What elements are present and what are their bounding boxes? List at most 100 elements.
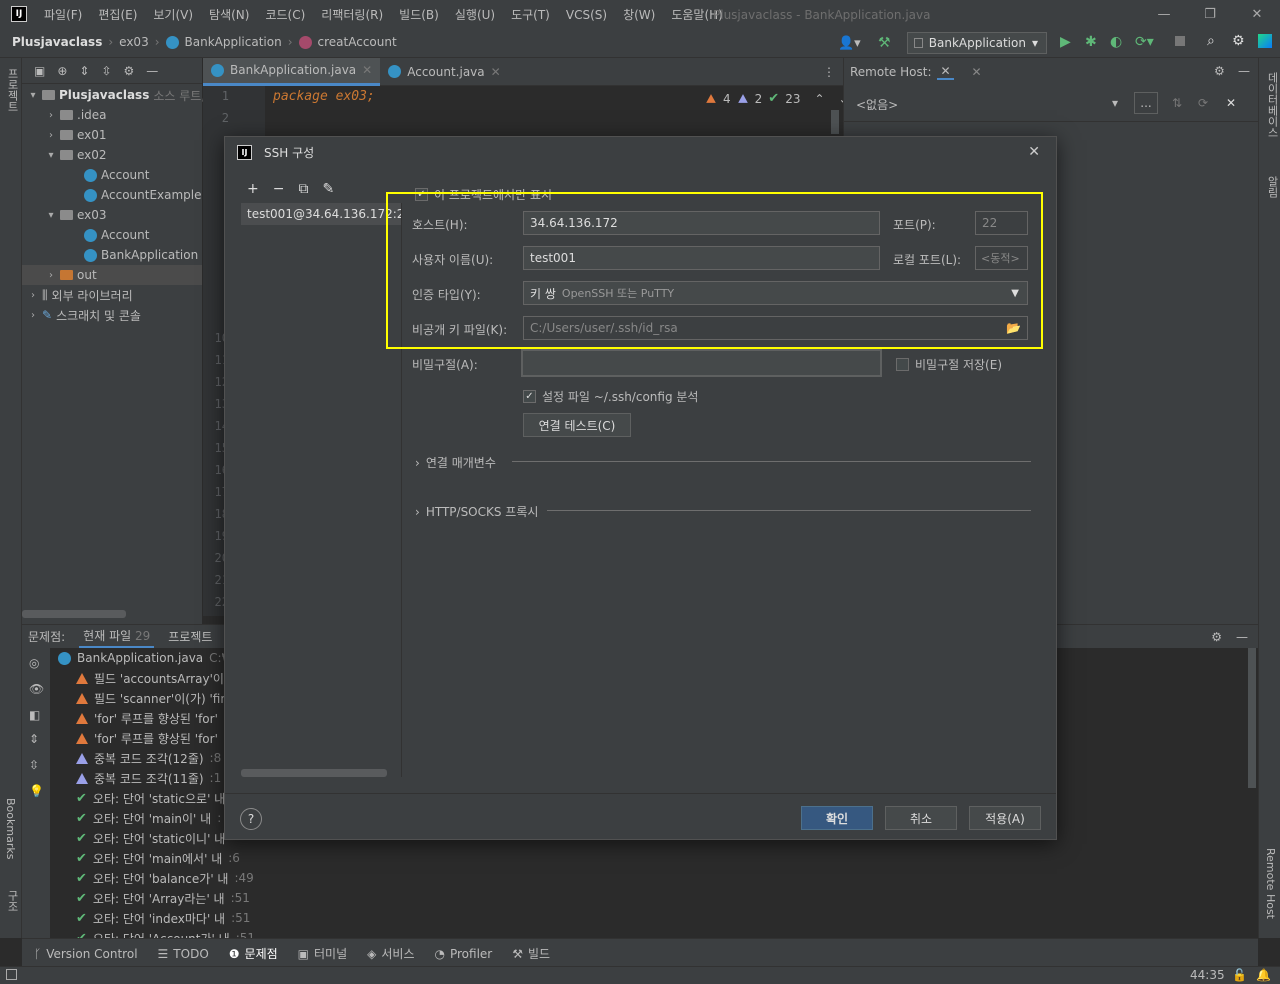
tree-item-ex01[interactable]: › ex01: [46, 125, 107, 145]
problem-row[interactable]: 중복 코드 조각(12줄):8: [76, 748, 221, 768]
menu-view[interactable]: 보기(V): [153, 0, 193, 30]
restore-window-icon[interactable]: ❐: [1201, 6, 1219, 24]
tab-current-file[interactable]: 현재 파일 29: [79, 625, 155, 649]
layout-icon[interactable]: ◧: [29, 708, 40, 722]
proxy-section[interactable]: › HTTP/SOCKS 프록시: [415, 503, 538, 520]
profiler-tool[interactable]: ◔ Profiler: [434, 947, 492, 961]
tab-project-problems[interactable]: 프로젝트: [168, 628, 212, 645]
tab-account[interactable]: Account.java ✕: [380, 58, 508, 86]
tree-item-ex03-account[interactable]: Account: [84, 225, 149, 245]
menu-tools[interactable]: 도구(T): [511, 0, 550, 30]
tree-item-ex03[interactable]: ▾ ex03: [46, 205, 106, 225]
problem-row[interactable]: ✔ 오타: 단어 'balance가' 내:49: [76, 868, 254, 888]
menu-code[interactable]: 코드(C): [265, 0, 305, 30]
menu-run[interactable]: 실행(U): [455, 0, 495, 30]
bookmarks-tool-button[interactable]: Bookmarks: [4, 798, 17, 859]
remote-host-select[interactable]: <없음>: [856, 96, 898, 113]
previous-problem-icon[interactable]: ⌃: [814, 92, 824, 106]
minimize-window-icon[interactable]: —: [1155, 6, 1173, 24]
problem-file-row[interactable]: BankApplication.java C:₩cl: [58, 648, 243, 668]
autoscroll-source-icon[interactable]: ◎: [29, 656, 39, 670]
menu-edit[interactable]: 편집(E): [98, 0, 137, 30]
caret-position[interactable]: 44:35: [1190, 968, 1225, 982]
problem-row[interactable]: ✔ 오타: 단어 'static으로' 내: [76, 788, 231, 808]
horizontal-scrollbar[interactable]: [22, 610, 126, 618]
hide-panel-icon[interactable]: —: [146, 64, 158, 78]
menu-build[interactable]: 빌드(B): [399, 0, 439, 30]
terminal-tool[interactable]: ▣ 터미널: [298, 945, 347, 962]
profile-icon[interactable]: ⟳▾: [1135, 34, 1154, 50]
dialog-close-icon[interactable]: ✕: [1028, 144, 1040, 160]
close-tab-icon[interactable]: ✕: [362, 63, 372, 77]
collapse-all-icon[interactable]: ⇳: [29, 758, 39, 772]
add-icon[interactable]: +: [247, 181, 259, 197]
chevron-down-icon[interactable]: ▾: [1112, 96, 1118, 110]
editor-scrollbar[interactable]: [831, 110, 839, 134]
tree-item-idea[interactable]: › .idea: [46, 105, 107, 125]
notifications-tool-button[interactable]: 알림: [1264, 176, 1280, 198]
edit-pencil-icon[interactable]: ✎: [322, 181, 334, 197]
close-remote-icon[interactable]: ✕: [972, 65, 982, 79]
ok-button[interactable]: 확인: [801, 806, 873, 830]
project-tool-button[interactable]: 프로젝트: [4, 68, 20, 112]
inspection-widget[interactable]: 4 2 ✔ 23 ⌃ ⌄: [705, 91, 849, 106]
menu-refactor[interactable]: 리팩터링(R): [321, 0, 383, 30]
breadcrumb-project[interactable]: Plusjavaclass: [12, 35, 102, 49]
remote-hide-icon[interactable]: —: [1238, 64, 1250, 78]
structure-tool-button[interactable]: 구조: [4, 890, 20, 912]
menu-file[interactable]: 파일(F): [44, 0, 82, 30]
todo-tool[interactable]: ☰ TODO: [158, 947, 209, 961]
tree-item-scratches[interactable]: › ✎ 스크래치 및 콘솔: [28, 305, 141, 325]
remove-icon[interactable]: −: [273, 181, 285, 197]
apply-button[interactable]: 적용(A): [969, 806, 1041, 830]
debug-icon[interactable]: ✱: [1085, 34, 1097, 50]
problem-row[interactable]: 필드 'scanner'이(가) 'fina: [76, 688, 241, 708]
tree-root[interactable]: ▾ Plusjavaclass 소스 루트,: [28, 85, 205, 105]
expand-all-icon[interactable]: ⇕: [29, 732, 39, 746]
version-control-tool[interactable]: ᚴ Version Control: [34, 947, 138, 961]
passphrase-input[interactable]: [521, 349, 882, 377]
ssh-config-list-item[interactable]: test001@34.64.136.172:22: [241, 203, 401, 225]
remote-browse-button[interactable]: ...: [1134, 92, 1158, 114]
problems-tool[interactable]: ❶ 문제점: [229, 945, 278, 962]
tree-item-ex02[interactable]: ▾ ex02: [46, 145, 106, 165]
panel-gear-icon[interactable]: ⚙: [124, 64, 135, 78]
problem-row[interactable]: ✔ 오타: 단어 'Array라는' 내:51: [76, 888, 250, 908]
close-tab-icon[interactable]: ✕: [491, 65, 501, 79]
problem-row[interactable]: 필드 'accountsArray'이(가: [76, 668, 246, 688]
close-window-icon[interactable]: ✕: [1248, 6, 1266, 24]
autoscroll-icon[interactable]: ⇅: [1172, 96, 1182, 110]
locate-target-icon[interactable]: ⊕: [57, 64, 67, 78]
copy-icon[interactable]: ⧉: [298, 181, 308, 197]
menu-vcs[interactable]: VCS(S): [566, 0, 607, 30]
problem-row[interactable]: 'for' 루프를 향상된 'for': [76, 728, 224, 748]
search-icon[interactable]: ⌕: [1207, 33, 1215, 49]
expand-all-icon[interactable]: ⇕: [79, 64, 89, 78]
list-scrollbar[interactable]: [241, 769, 387, 777]
problem-row[interactable]: 'for' 루프를 향상된 'for': [76, 708, 224, 728]
tree-item-accountexample[interactable]: AccountExample: [84, 185, 202, 205]
tree-item-external-libraries[interactable]: › ⫼ 외부 라이브러리: [28, 285, 133, 305]
problem-row[interactable]: ✔ 오타: 단어 'main이' 내:: [76, 808, 221, 828]
problem-row[interactable]: ✔ 오타: 단어 'main에서' 내:6: [76, 848, 240, 868]
problem-row[interactable]: ✔ 오타: 단어 'static이니' 내: [76, 828, 231, 848]
remote-gear-icon[interactable]: ⚙: [1214, 64, 1225, 78]
menu-window[interactable]: 창(W): [623, 0, 655, 30]
tree-item-ex02-account[interactable]: Account: [84, 165, 149, 185]
problem-row[interactable]: 중복 코드 조각(11줄):1: [76, 768, 221, 788]
connection-params-section[interactable]: › 연결 매개변수: [415, 454, 496, 471]
lightbulb-icon[interactable]: 💡: [29, 784, 44, 798]
view-mode-icon[interactable]: ▣: [34, 64, 45, 78]
build-hammer-icon[interactable]: ⚒: [878, 35, 891, 51]
cancel-button[interactable]: 취소: [885, 806, 957, 830]
problems-hide-icon[interactable]: —: [1236, 630, 1248, 644]
services-tool[interactable]: ◈ 서비스: [367, 945, 414, 962]
database-tool-button[interactable]: 데이터베이스: [1264, 72, 1280, 138]
show-preview-icon[interactable]: 👁: [29, 682, 44, 696]
tree-item-out[interactable]: › out: [22, 265, 202, 285]
menu-navigate[interactable]: 탐색(N): [209, 0, 249, 30]
lock-icon[interactable]: 🔓: [1232, 968, 1247, 982]
disconnect-icon[interactable]: ✕: [1226, 96, 1236, 110]
problem-row[interactable]: ✔ 오타: 단어 'index마다' 내:51: [76, 908, 250, 928]
toolbox-icon[interactable]: [1258, 34, 1272, 48]
